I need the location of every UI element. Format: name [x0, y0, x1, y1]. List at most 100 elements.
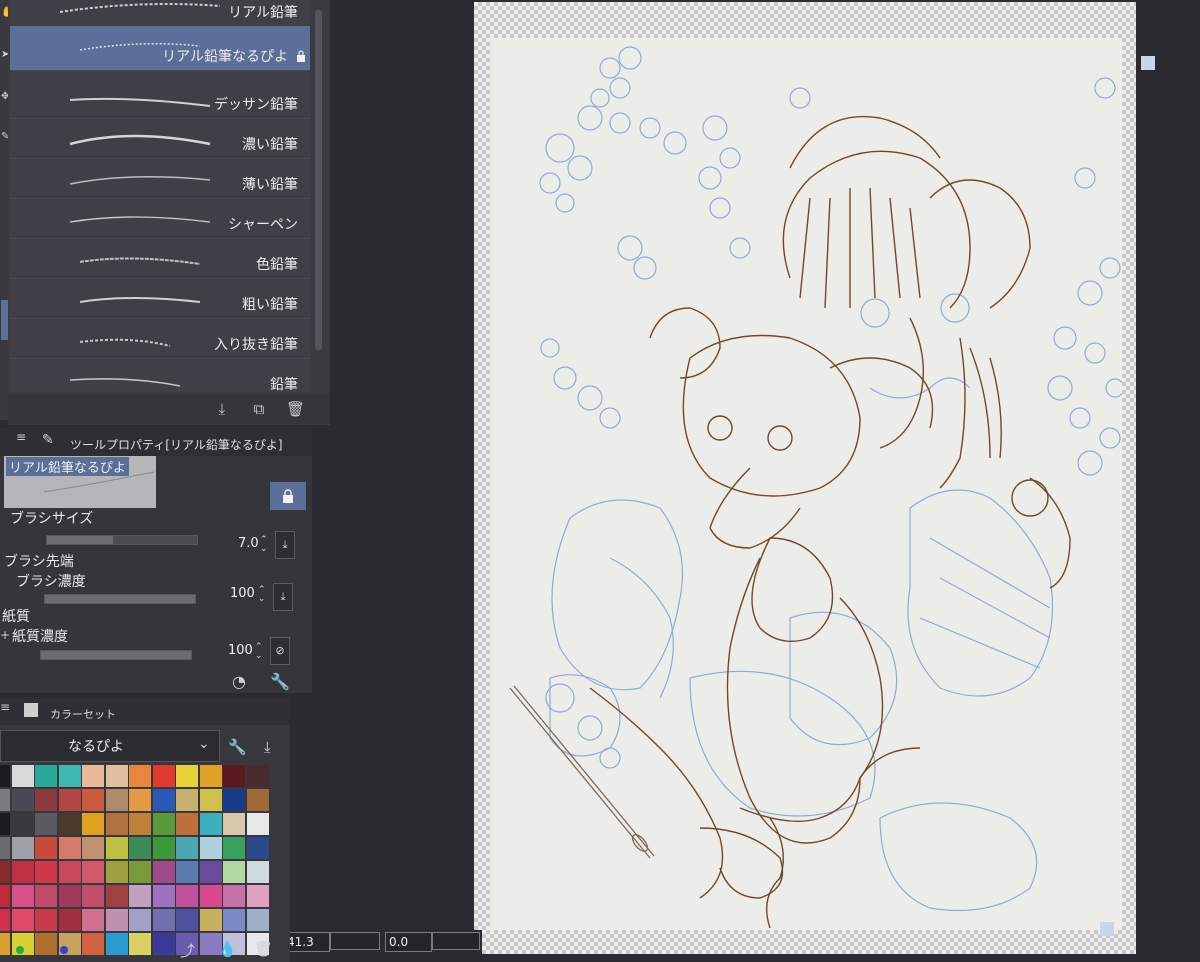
color-swatch[interactable]: [176, 813, 198, 835]
color-swatch[interactable]: [105, 909, 128, 931]
color-swatch[interactable]: [58, 837, 81, 859]
wrench-icon[interactable]: 🔧: [270, 672, 290, 691]
paper-density-slider[interactable]: [40, 650, 192, 660]
preview-lock-button[interactable]: [270, 482, 306, 510]
download-icon[interactable]: ⤓: [273, 583, 293, 611]
color-swatch[interactable]: [223, 861, 245, 883]
color-swatch[interactable]: [0, 909, 10, 931]
color-swatch[interactable]: [129, 933, 151, 955]
color-swatch[interactable]: [105, 933, 128, 955]
color-swatch[interactable]: [58, 789, 81, 811]
color-swatch[interactable]: [129, 909, 151, 931]
color-swatch[interactable]: [82, 885, 104, 907]
color-swatch[interactable]: [246, 837, 269, 859]
brush-item[interactable]: デッサン鉛筆: [10, 80, 310, 119]
brush-item[interactable]: 濃い鉛筆: [10, 120, 310, 159]
color-swatch[interactable]: [82, 837, 104, 859]
color-swatch[interactable]: [129, 765, 151, 787]
brush-density-slider[interactable]: [44, 594, 196, 604]
color-swatch[interactable]: [199, 765, 222, 787]
duplicate-icon[interactable]: ⧉: [250, 400, 268, 418]
color-swatch[interactable]: [82, 861, 104, 883]
color-swatch[interactable]: [199, 885, 222, 907]
menu-icon[interactable]: ≡: [16, 430, 26, 444]
color-swatch[interactable]: [199, 909, 222, 931]
rotate-input[interactable]: 0.0: [385, 932, 432, 952]
color-swatch[interactable]: [11, 765, 34, 787]
color-swatch[interactable]: [58, 861, 81, 883]
color-swatch[interactable]: [82, 933, 104, 955]
settings-slash-icon[interactable]: ⊘: [270, 637, 290, 665]
brush-item[interactable]: 入り抜き鉛筆: [10, 320, 310, 359]
color-swatch[interactable]: [152, 885, 175, 907]
color-swatch[interactable]: [58, 885, 81, 907]
color-swatch[interactable]: [223, 765, 245, 787]
color-swatch[interactable]: [129, 837, 151, 859]
color-swatch[interactable]: [246, 885, 269, 907]
spin-up-down-icon[interactable]: ⌃ ⌄: [260, 536, 268, 554]
color-swatch[interactable]: [35, 837, 57, 859]
color-swatch[interactable]: [35, 909, 57, 931]
color-swatch[interactable]: [223, 885, 245, 907]
color-swatch[interactable]: [82, 765, 104, 787]
paper-density-value[interactable]: 100: [228, 643, 253, 658]
color-swatch[interactable]: [0, 885, 10, 907]
color-swatch[interactable]: [58, 909, 81, 931]
color-swatch[interactable]: [199, 789, 222, 811]
color-swatch[interactable]: [35, 789, 57, 811]
color-swatch[interactable]: [223, 909, 245, 931]
brush-item[interactable]: 色鉛筆: [10, 240, 310, 279]
chevron-down-icon[interactable]: ⌄: [198, 736, 210, 752]
color-swatch[interactable]: [152, 909, 175, 931]
color-swatch[interactable]: [0, 861, 10, 883]
color-swatch[interactable]: [11, 789, 34, 811]
download-icon[interactable]: ⤓: [275, 531, 295, 559]
download-icon[interactable]: ⤓: [264, 738, 271, 756]
brush-item[interactable]: リアル鉛筆: [10, 0, 310, 27]
color-swatch[interactable]: [176, 837, 198, 859]
brush-density-value[interactable]: 100: [230, 586, 255, 601]
brush-size-slider[interactable]: [46, 535, 198, 545]
color-swatch-grid[interactable]: [0, 765, 280, 955]
color-swatch[interactable]: [223, 837, 245, 859]
color-swatch[interactable]: [105, 885, 128, 907]
color-swatch[interactable]: [35, 933, 57, 955]
color-swatch[interactable]: [105, 837, 128, 859]
spin-up-down-icon[interactable]: ⌃ ⌄: [258, 586, 266, 604]
color-swatch[interactable]: [82, 909, 104, 931]
color-swatch[interactable]: [105, 765, 128, 787]
color-swatch[interactable]: [129, 885, 151, 907]
color-swatch[interactable]: [176, 861, 198, 883]
zoom-slider[interactable]: [330, 932, 380, 950]
color-swatch[interactable]: [152, 933, 175, 955]
color-swatch[interactable]: [105, 813, 128, 835]
brush-list-scrollbar[interactable]: [312, 0, 326, 392]
color-swatch[interactable]: [199, 813, 222, 835]
color-swatch[interactable]: [35, 765, 57, 787]
color-swatch[interactable]: [11, 885, 34, 907]
zoom-input[interactable]: 41.3: [283, 932, 330, 952]
color-swatch[interactable]: [129, 813, 151, 835]
add-color-icon[interactable]: 💧: [218, 940, 237, 958]
color-swatch[interactable]: [176, 885, 198, 907]
color-swatch[interactable]: [199, 837, 222, 859]
color-swatch[interactable]: [246, 813, 269, 835]
color-swatch[interactable]: [58, 765, 81, 787]
trash-icon[interactable]: 🗑: [286, 400, 305, 418]
color-swatch[interactable]: [0, 789, 10, 811]
color-swatch[interactable]: [176, 789, 198, 811]
trash-icon[interactable]: 🗑: [254, 940, 273, 958]
color-swatch[interactable]: [129, 789, 151, 811]
brush-item[interactable]: 薄い鉛筆: [10, 160, 310, 199]
color-swatch[interactable]: [199, 861, 222, 883]
color-swatch[interactable]: [11, 837, 34, 859]
color-swatch[interactable]: [152, 765, 175, 787]
download-icon[interactable]: ⤓: [213, 400, 231, 418]
color-swatch[interactable]: [152, 789, 175, 811]
color-swatch[interactable]: [35, 813, 57, 835]
menu-icon[interactable]: ≡: [0, 700, 10, 714]
color-swatch[interactable]: [105, 861, 128, 883]
color-swatch[interactable]: [11, 861, 34, 883]
color-swatch[interactable]: [105, 789, 128, 811]
color-swatch[interactable]: [246, 861, 269, 883]
